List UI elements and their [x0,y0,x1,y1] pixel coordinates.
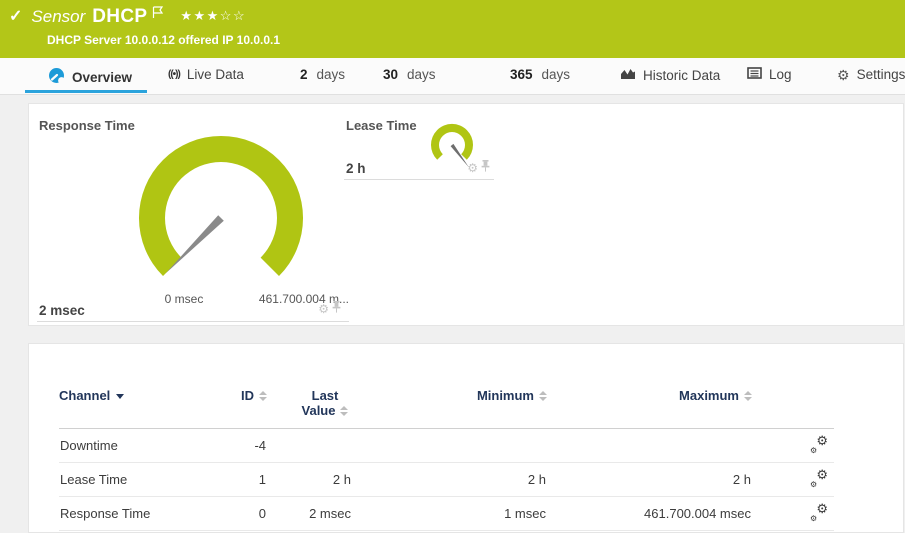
sort-icon [539,390,547,401]
tab-365-days[interactable]: 365 days [510,67,570,82]
column-header-last-value-label: Last Value [301,388,339,418]
response-time-gauge-widget: Response Time 0 msec 461.700.004 m... 2 … [37,110,349,322]
channel-name[interactable]: Response Time [59,496,229,531]
tab-bar: Overview ((•)) Live Data 2 days 30 days … [0,58,905,95]
tab-365-days-label: days [541,67,571,82]
column-header-channel[interactable]: Channel [59,372,229,429]
active-tab-indicator [25,90,147,93]
tab-30-days-number: 30 [383,67,399,82]
response-time-gauge [138,135,304,276]
channel-minimum: 1 msec [352,496,547,531]
tab-log-label: Log [769,67,792,82]
tab-overview[interactable]: Overview [48,67,132,87]
channel-settings-gears-icon[interactable]: ⚙ ⚙ [810,467,828,489]
response-time-gauge-needle [165,215,224,274]
gauge-icon [48,67,65,87]
channel-maximum [547,428,752,463]
gear-icon: ⚙ [837,66,850,83]
tab-365-days-number: 365 [510,67,533,82]
channel-maximum: 2 h [547,462,752,497]
tab-settings[interactable]: ⚙ Settings [837,67,905,82]
channel-minimum [352,428,547,463]
gauge-pin-icon[interactable] [332,300,341,318]
column-header-minimum-label: Minimum [476,388,534,403]
tab-2-days-label: days [316,67,346,82]
tab-2-days-number: 2 [300,67,308,82]
sensor-status-banner: ✓ Sensor DHCP ★★★☆☆ DHCP Server 10.0.0.1… [0,0,905,58]
channels-table: Channel ID Last Value Minimum Maximum Do… [59,372,834,531]
tab-live-data-label: Live Data [186,67,244,82]
channel-id: 0 [229,496,267,531]
column-header-id-label: ID [241,388,254,403]
sort-icon [340,405,349,416]
channel-last-value: 2 msec [267,496,352,531]
log-list-icon [747,67,762,82]
column-header-actions [752,372,834,429]
column-header-id[interactable]: ID [229,372,267,429]
stars-filled-icon: ★★★ [180,8,220,23]
response-time-gauge-min: 0 msec [164,292,204,306]
table-row-downtime[interactable]: Downtime -4 ⚙ ⚙ [59,428,834,463]
channel-minimum: 2 h [352,462,547,497]
table-row-lease-time[interactable]: Lease Time 1 2 h 2 h 2 h ⚙ ⚙ [59,462,834,497]
sensor-name: DHCP [92,6,148,27]
channel-id: 1 [229,462,267,497]
tab-overview-label: Overview [72,69,133,85]
tab-log[interactable]: Log [747,67,792,82]
table-row-response-time[interactable]: Response Time 0 2 msec 1 msec 461.700.00… [59,496,834,531]
tab-settings-label: Settings [856,67,905,82]
lease-time-gauge-title: Lease Time [346,118,417,133]
lease-time-current-value: 2 h [346,161,366,176]
lease-time-gauge-widget: Lease Time 2 h ⚙ [344,110,494,180]
gauge-settings-gear-icon[interactable]: ⚙ [318,303,329,315]
channel-last-value: 2 h [267,462,352,497]
tab-live-data[interactable]: ((•)) Live Data [168,67,244,82]
tab-historic-data[interactable]: Historic Data [620,67,720,83]
gauges-panel: Response Time 0 msec 461.700.004 m... 2 … [28,103,904,326]
channel-name[interactable]: Downtime [59,428,229,463]
tab-2-days[interactable]: 2 days [300,67,345,82]
sort-icon [259,390,267,401]
channel-id: -4 [229,428,267,463]
channel-settings-gears-icon[interactable]: ⚙ ⚙ [810,501,828,523]
channel-name[interactable]: Lease Time [59,462,229,497]
sort-down-icon [116,394,125,400]
channel-maximum: 461.700.004 msec [547,496,752,531]
table-header-row: Channel ID Last Value Minimum Maximum [59,372,834,429]
tab-30-days-label: days [407,67,436,82]
response-time-current-value: 2 msec [39,303,85,318]
channel-last-value [267,428,352,463]
historic-chart-icon [620,67,636,83]
stars-empty-icon: ☆☆ [219,8,247,23]
channels-panel: Channel ID Last Value Minimum Maximum Do… [28,343,904,533]
column-header-maximum[interactable]: Maximum [547,372,752,429]
sort-icon [744,390,752,401]
tab-historic-data-label: Historic Data [643,67,721,83]
flag-icon[interactable] [152,6,164,24]
sensor-type-label: Sensor [31,7,86,26]
tab-30-days[interactable]: 30 days [383,67,436,82]
status-check-icon: ✓ [9,8,23,25]
gauge-settings-gear-icon[interactable]: ⚙ [467,162,478,174]
channel-settings-gears-icon[interactable]: ⚙ ⚙ [810,433,828,455]
column-header-last-value[interactable]: Last Value [267,372,352,429]
gauge-pin-icon[interactable] [481,159,490,177]
live-data-icon: ((•)) [168,69,181,80]
priority-stars[interactable]: ★★★☆☆ [180,6,246,26]
column-header-channel-label: Channel [59,388,111,403]
column-header-maximum-label: Maximum [679,388,739,403]
column-header-minimum[interactable]: Minimum [352,372,547,429]
sensor-subtitle: DHCP Server 10.0.0.12 offered IP 10.0.0.… [47,33,281,47]
